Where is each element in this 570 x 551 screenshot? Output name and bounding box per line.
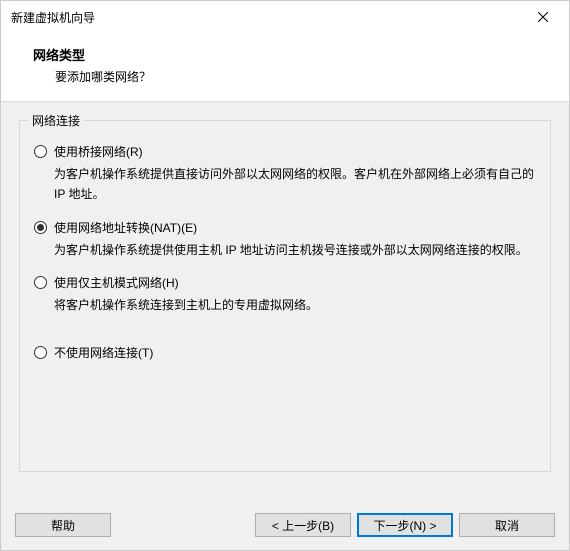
option-nat[interactable]: 使用网络地址转换(NAT)(E) 为客户机操作系统提供使用主机 IP 地址访问主… [34,219,536,260]
close-icon [538,12,548,22]
button-bar: 帮助 < 上一步(B) 下一步(N) > 取消 [1,500,569,550]
option-hostonly[interactable]: 使用仅主机模式网络(H) 将客户机操作系统连接到主机上的专用虚拟网络。 [34,274,536,315]
wizard-window: 新建虚拟机向导 网络类型 要添加哪类网络？ 网络连接 使用桥接网络(R) 为客户… [0,0,570,551]
close-button[interactable] [523,3,563,31]
option-label: 使用桥接网络(R) [54,143,143,160]
page-subtitle: 要添加哪类网络？ [33,68,549,85]
network-groupbox: 网络连接 使用桥接网络(R) 为客户机操作系统提供直接访问外部以太网网络的权限。… [19,120,551,472]
back-button[interactable]: < 上一步(B) [255,513,351,537]
titlebar: 新建虚拟机向导 [1,1,569,33]
content-area: 网络连接 使用桥接网络(R) 为客户机操作系统提供直接访问外部以太网网络的权限。… [1,102,569,500]
radio-nat[interactable] [34,221,47,234]
radio-hostonly[interactable] [34,276,47,289]
radio-bridged[interactable] [34,145,47,158]
help-button[interactable]: 帮助 [15,513,111,537]
option-desc: 将客户机操作系统连接到主机上的专用虚拟网络。 [54,295,536,315]
option-label: 不使用网络连接(T) [54,344,153,361]
option-label: 使用仅主机模式网络(H) [54,274,179,291]
option-label: 使用网络地址转换(NAT)(E) [54,219,197,236]
option-desc: 为客户机操作系统提供使用主机 IP 地址访问主机拨号连接或外部以太网网络连接的权… [54,240,536,260]
wizard-header: 网络类型 要添加哪类网络？ [1,33,569,102]
groupbox-legend: 网络连接 [28,112,84,129]
page-title: 网络类型 [33,45,549,64]
option-desc: 为客户机操作系统提供直接访问外部以太网网络的权限。客户机在外部网络上必须有自己的… [54,164,536,205]
cancel-button[interactable]: 取消 [459,513,555,537]
option-bridged[interactable]: 使用桥接网络(R) 为客户机操作系统提供直接访问外部以太网网络的权限。客户机在外… [34,143,536,205]
next-button[interactable]: 下一步(N) > [357,513,453,537]
window-title: 新建虚拟机向导 [11,9,523,26]
radio-none[interactable] [34,346,47,359]
option-none[interactable]: 不使用网络连接(T) [34,344,536,361]
